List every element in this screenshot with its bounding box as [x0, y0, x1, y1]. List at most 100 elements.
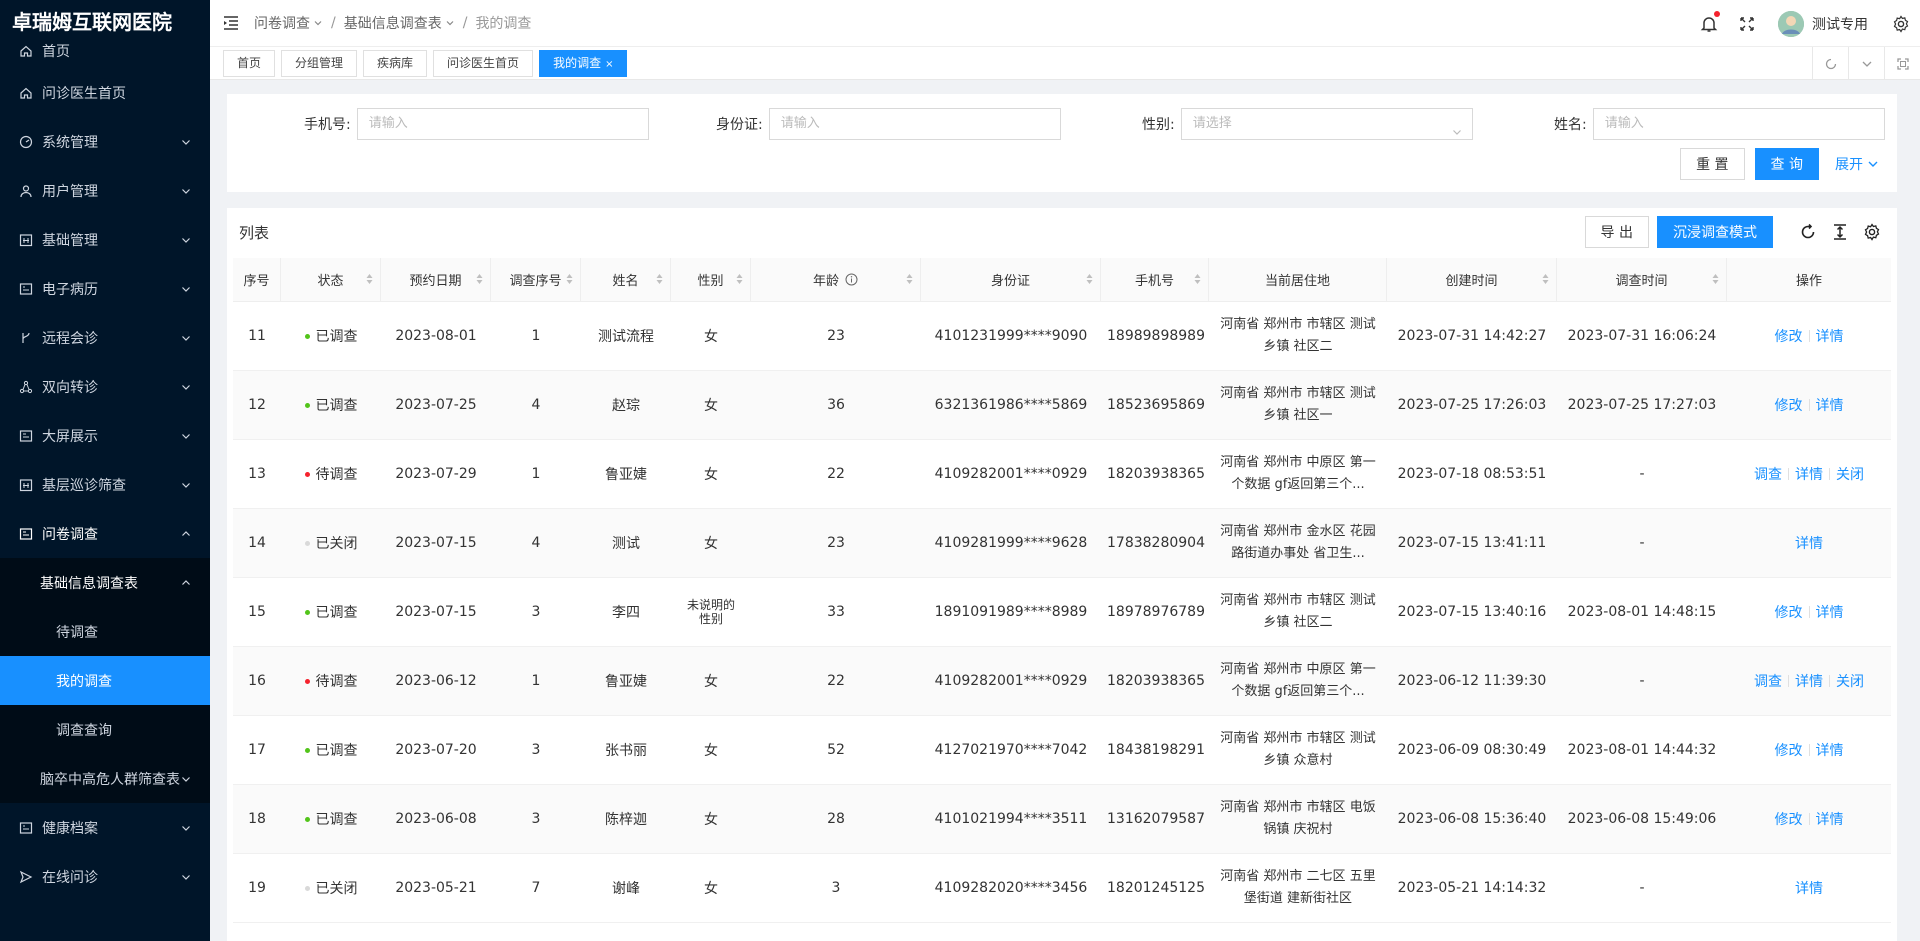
row-action-2[interactable]: 关闭	[1830, 671, 1870, 691]
breadcrumb-item-basic-info[interactable]: 基础信息调查表	[344, 13, 442, 33]
column-header-5[interactable]: 性别	[671, 258, 751, 302]
row-action-1[interactable]: 详情	[1810, 395, 1850, 415]
sort-caret-icon[interactable]	[1086, 273, 1093, 285]
row-action-1[interactable]: 详情	[1810, 809, 1850, 829]
tab-1[interactable]: 分组管理	[281, 49, 358, 77]
row-action-0[interactable]: 详情	[1789, 533, 1829, 553]
row-action-0[interactable]: 修改	[1769, 740, 1809, 760]
cell-age: 23	[751, 508, 921, 578]
sort-caret-icon[interactable]	[566, 273, 573, 285]
chevron-down-icon	[180, 136, 192, 148]
sidebar-item-17[interactable]: 在线问诊	[0, 852, 210, 901]
fullscreen-icon[interactable]	[1738, 15, 1756, 33]
sort-caret-icon[interactable]	[1542, 273, 1549, 285]
row-action-0[interactable]: 调查	[1748, 671, 1788, 691]
cell-gender: 女	[671, 646, 751, 716]
info-icon[interactable]	[845, 273, 858, 286]
column-header-3[interactable]: 调查序号	[491, 258, 581, 302]
sidebar-item-11[interactable]: 基础信息调查表	[0, 558, 210, 607]
sidebar-item-9[interactable]: 基层巡诊筛查	[0, 460, 210, 509]
sidebar-item-1[interactable]: 问诊医生首页	[0, 68, 210, 117]
close-icon[interactable]: ×	[605, 59, 613, 70]
reset-button[interactable]: 重 置	[1680, 148, 1745, 180]
name-input[interactable]: 请输入	[1592, 108, 1885, 140]
sidebar-item-13[interactable]: 我的调查	[0, 656, 210, 705]
row-action-1[interactable]: 详情	[1789, 464, 1829, 484]
idcard-input[interactable]: 请输入	[768, 108, 1061, 140]
sidebar-item-6[interactable]: 远程会诊	[0, 313, 210, 362]
sidebar-item-10[interactable]: 问卷调查	[0, 509, 210, 558]
tab-4[interactable]: 我的调查 ×	[539, 49, 628, 77]
column-header-10[interactable]: 创建时间	[1387, 258, 1557, 302]
row-action-1[interactable]: 详情	[1810, 740, 1850, 760]
reload-icon[interactable]	[1799, 223, 1817, 241]
breadcrumb: 问卷调查 / 基础信息调查表 / 我的调查	[254, 13, 531, 33]
row-action-1[interactable]: 详情	[1810, 326, 1850, 346]
chevron-down-icon	[445, 18, 455, 28]
column-header-6[interactable]: 年龄	[751, 258, 921, 302]
column-header-7[interactable]: 身份证	[921, 258, 1101, 302]
sidebar-item-14[interactable]: 调查查询	[0, 705, 210, 754]
export-button[interactable]: 导 出	[1584, 216, 1649, 248]
sort-caret-icon[interactable]	[906, 273, 913, 285]
tab-maximize-icon[interactable]	[1884, 47, 1920, 80]
phone-input[interactable]: 请输入	[356, 108, 649, 140]
column-header-11[interactable]: 调查时间	[1557, 258, 1727, 302]
sidebar-item-5[interactable]: 电子病历	[0, 264, 210, 313]
immersive-mode-button[interactable]: 沉浸调查模式	[1657, 216, 1773, 248]
cell-no: 19	[233, 853, 281, 923]
column-header-2[interactable]: 预约日期	[381, 258, 491, 302]
column-header-1[interactable]: 状态	[281, 258, 381, 302]
sort-caret-icon[interactable]	[1194, 273, 1201, 285]
column-header-8[interactable]: 手机号	[1101, 258, 1209, 302]
sidebar-item-12[interactable]: 待调查	[0, 607, 210, 656]
row-action-2[interactable]: 关闭	[1830, 464, 1870, 484]
sort-caret-icon[interactable]	[656, 273, 663, 285]
status-dot	[304, 678, 310, 684]
user-name[interactable]: 测试专用	[1812, 14, 1868, 34]
sort-caret-icon[interactable]	[1712, 273, 1719, 285]
address-text: 河南省 郑州市 市辖区 测试乡镇 众意村	[1220, 731, 1376, 768]
sidebar-item-4[interactable]: 基础管理	[0, 215, 210, 264]
sidebar-item-2[interactable]: 系统管理	[0, 117, 210, 166]
row-action-0[interactable]: 调查	[1748, 464, 1788, 484]
column-header-4[interactable]: 姓名	[581, 258, 671, 302]
sidebar-item-0[interactable]: 首页	[0, 34, 210, 68]
sidebar-item-15[interactable]: 脑卒中高危人群筛查表	[0, 754, 210, 803]
tab-menu-chevron-icon[interactable]	[1848, 47, 1884, 80]
cell-status: 已关闭	[281, 508, 381, 578]
calendar-icon	[18, 232, 34, 248]
bell-icon[interactable]	[1700, 10, 1720, 33]
settings-icon[interactable]	[1863, 223, 1881, 241]
breadcrumb-item-survey[interactable]: 问卷调查	[254, 13, 310, 33]
status-badge: 已关闭	[304, 878, 358, 898]
row-action-1[interactable]: 详情	[1810, 602, 1850, 622]
sidebar-item-3[interactable]: 用户管理	[0, 166, 210, 215]
gear-icon[interactable]	[1892, 14, 1910, 33]
sidebar-item-8[interactable]: 大屏展示	[0, 411, 210, 460]
tab-0[interactable]: 首页	[223, 49, 276, 77]
tab-2[interactable]: 疾病库	[363, 49, 428, 77]
expand-button[interactable]: 展开	[1835, 154, 1879, 174]
row-action-1[interactable]: 详情	[1789, 671, 1829, 691]
cell-created: 2023-06-12 11:39:30	[1387, 646, 1557, 716]
gender-select[interactable]: 请选择	[1180, 108, 1473, 140]
row-action-0[interactable]: 修改	[1769, 395, 1809, 415]
sort-caret-icon[interactable]	[476, 273, 483, 285]
sidebar-item-label: 首页	[42, 44, 70, 60]
row-action-0[interactable]: 修改	[1769, 326, 1809, 346]
tab-3[interactable]: 问诊医生首页	[433, 49, 534, 77]
sort-caret-icon[interactable]	[366, 273, 373, 285]
menu-fold-icon[interactable]	[222, 14, 240, 32]
row-action-0[interactable]: 修改	[1769, 602, 1809, 622]
query-button[interactable]: 查 询	[1754, 148, 1819, 180]
row-action-0[interactable]: 修改	[1769, 809, 1809, 829]
sidebar-item-7[interactable]: 双向转诊	[0, 362, 210, 411]
row-action-0[interactable]: 详情	[1789, 878, 1829, 898]
sort-caret-icon[interactable]	[736, 273, 743, 285]
address-text: 河南省 郑州市 金水区 花园路街道办事处 省卫生...	[1220, 524, 1376, 561]
sidebar-item-16[interactable]: 健康档案	[0, 803, 210, 852]
column-height-icon[interactable]	[1831, 223, 1849, 241]
avatar[interactable]	[1778, 10, 1804, 37]
refresh-tab-icon[interactable]	[1812, 47, 1848, 80]
